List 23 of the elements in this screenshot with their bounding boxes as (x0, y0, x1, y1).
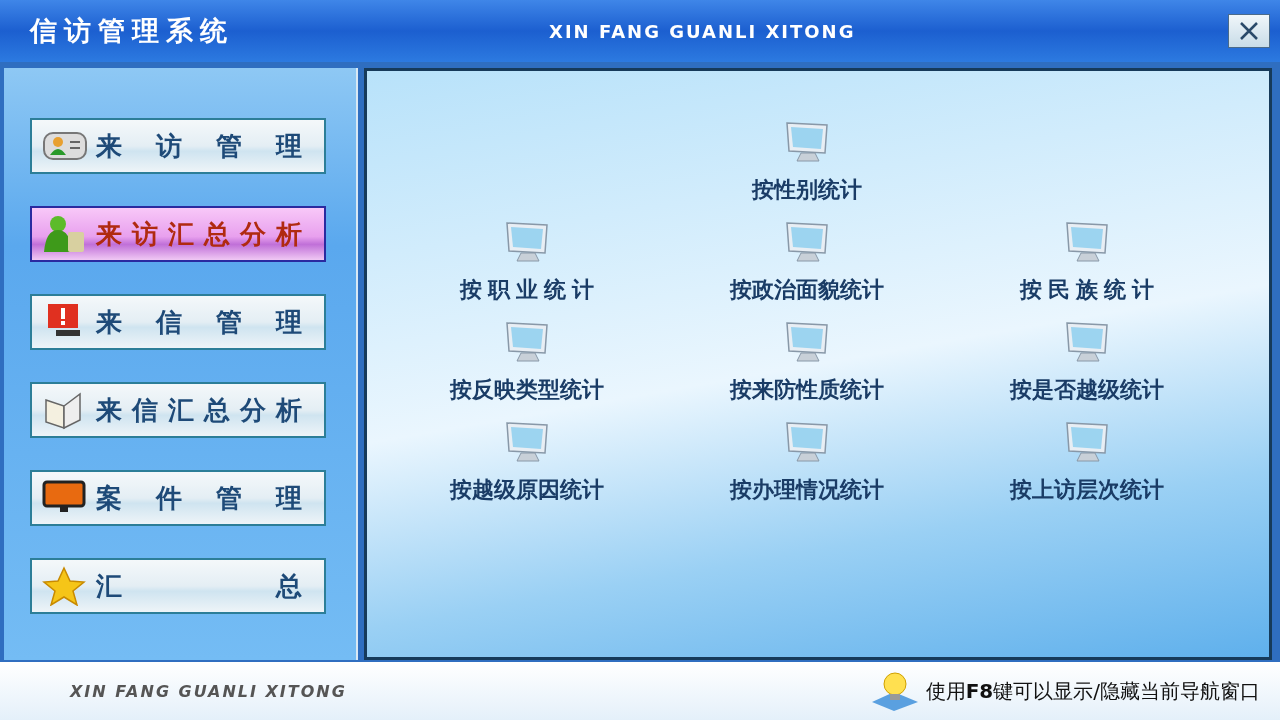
window-subtitle: XIN FANG GUANLI XITONG (549, 20, 856, 42)
statistics-shortcut[interactable]: 按越级原因统计 (387, 421, 667, 505)
statistics-shortcut[interactable]: 按 民 族 统 计 (947, 221, 1227, 305)
nav-button[interactable]: 案 件 管 理 (30, 470, 326, 526)
statistics-shortcut[interactable]: 按 职 业 统 计 (387, 221, 667, 305)
contact-card-icon (42, 129, 88, 163)
nav-button[interactable]: 来 信 管 理 (30, 294, 326, 350)
close-icon (1238, 20, 1260, 42)
statistics-shortcut[interactable]: 按是否越级统计 (947, 321, 1227, 405)
statistics-shortcut[interactable]: 按上访层次统计 (947, 421, 1227, 505)
statistics-shortcut[interactable]: 按办理情况统计 (667, 421, 947, 505)
star-icon (42, 566, 88, 606)
close-button[interactable] (1228, 14, 1270, 48)
statistics-shortcut[interactable]: 按来防性质统计 (667, 321, 947, 405)
statistics-shortcut[interactable]: 按政治面貌统计 (667, 221, 947, 305)
nav-button[interactable]: 汇 总 (30, 558, 326, 614)
statistics-shortcut[interactable]: 按反映类型统计 (387, 321, 667, 405)
statistics-shortcut[interactable]: 按性别统计 (667, 121, 947, 205)
nav-button[interactable]: 来 访 管 理 (30, 118, 326, 174)
footer-brand: XIN FANG GUANLI XITONG (70, 681, 347, 701)
nav-button[interactable]: 来信汇总分析 (30, 382, 326, 438)
status-hint: 使用F8键可以显示/隐藏当前导航窗口 (925, 677, 1260, 705)
window-title: 信访管理系统 (30, 14, 234, 48)
